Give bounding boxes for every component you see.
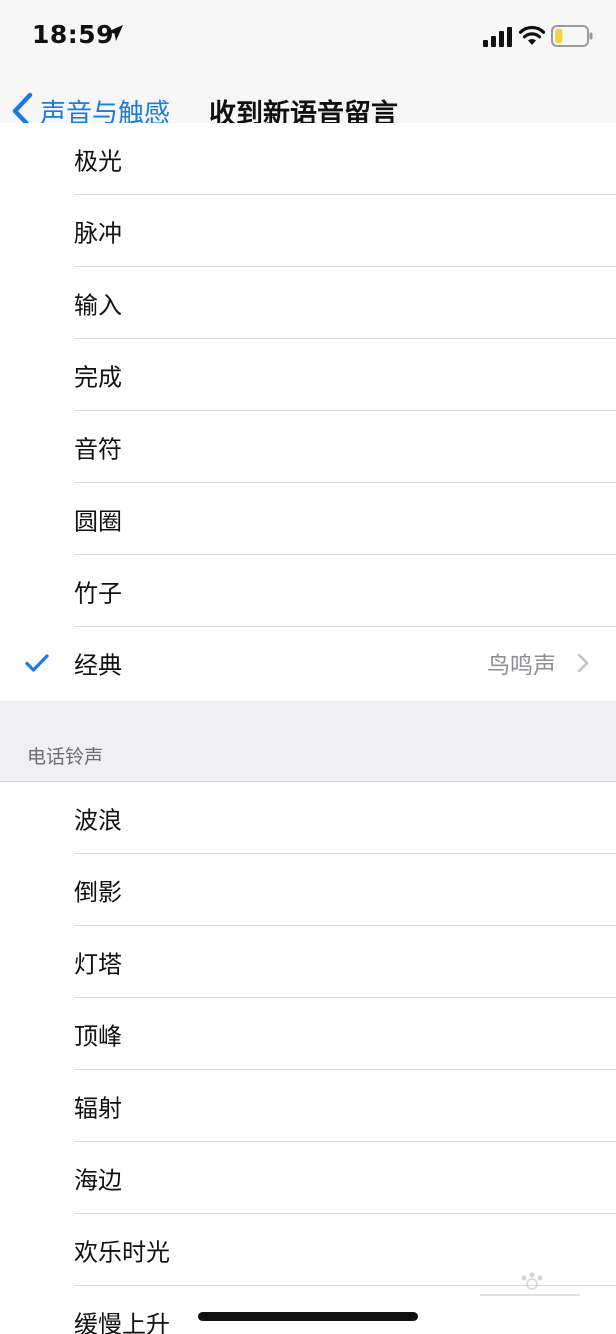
list-item[interactable]: 竹子 bbox=[0, 555, 616, 627]
list-item[interactable]: 输入 bbox=[0, 267, 616, 339]
list-item[interactable]: 音符 bbox=[0, 411, 616, 483]
watermark-logo bbox=[480, 1272, 580, 1296]
location-arrow-icon bbox=[107, 25, 123, 41]
status-time: 18:59 bbox=[32, 20, 115, 49]
list-item-label: 缓慢上升 bbox=[74, 1310, 170, 1334]
list-item-label: 辐射 bbox=[74, 1094, 122, 1123]
chevron-right-icon bbox=[577, 653, 589, 673]
list-item-label: 圆圈 bbox=[74, 507, 122, 536]
section-header-label: 电话铃声 bbox=[27, 746, 104, 768]
list-item-label: 顶峰 bbox=[74, 1022, 122, 1051]
list-item-label: 音符 bbox=[74, 435, 122, 464]
list-item-selected[interactable]: 经典 鸟鸣声 bbox=[0, 627, 616, 699]
wifi-icon bbox=[518, 25, 546, 45]
alert-tone-list: 极光 脉冲 输入 完成 音符 圆圈 竹子 经典 鸟鸣声 bbox=[0, 123, 616, 699]
list-item[interactable]: 灯塔 bbox=[0, 926, 616, 998]
section-header: 电话铃声 bbox=[0, 701, 616, 782]
list-item[interactable]: 海边 bbox=[0, 1142, 616, 1214]
battery-icon bbox=[551, 25, 593, 47]
list-item-label: 经典 bbox=[74, 651, 122, 680]
list-item-label: 完成 bbox=[74, 363, 122, 392]
ringtone-list: 波浪 倒影 灯塔 顶峰 辐射 海边 欢乐时光 缓慢上升 bbox=[0, 782, 616, 1334]
list-item[interactable]: 圆圈 bbox=[0, 483, 616, 555]
list-item-label: 脉冲 bbox=[74, 219, 122, 248]
list-item[interactable]: 极光 bbox=[0, 123, 616, 195]
home-indicator[interactable] bbox=[198, 1312, 418, 1321]
list-item-detail: 鸟鸣声 bbox=[487, 653, 556, 679]
list-item-label: 欢乐时光 bbox=[74, 1238, 170, 1267]
list-item[interactable]: 倒影 bbox=[0, 854, 616, 926]
list-item-label: 输入 bbox=[74, 291, 122, 320]
list-item[interactable]: 顶峰 bbox=[0, 998, 616, 1070]
list-item[interactable]: 完成 bbox=[0, 339, 616, 411]
checkmark-icon bbox=[25, 654, 49, 672]
list-item-label: 波浪 bbox=[74, 806, 122, 835]
list-item-label: 海边 bbox=[74, 1166, 122, 1195]
list-item-label: 极光 bbox=[74, 147, 122, 176]
list-item[interactable]: 辐射 bbox=[0, 1070, 616, 1142]
cellular-signal-icon bbox=[483, 27, 512, 47]
list-item-label: 倒影 bbox=[74, 878, 122, 907]
list-item[interactable]: 脉冲 bbox=[0, 195, 616, 267]
list-item[interactable]: 波浪 bbox=[0, 782, 616, 854]
list-item-label: 灯塔 bbox=[74, 950, 122, 979]
status-bar: 18:59 bbox=[0, 0, 616, 76]
list-item-label: 竹子 bbox=[74, 579, 122, 608]
